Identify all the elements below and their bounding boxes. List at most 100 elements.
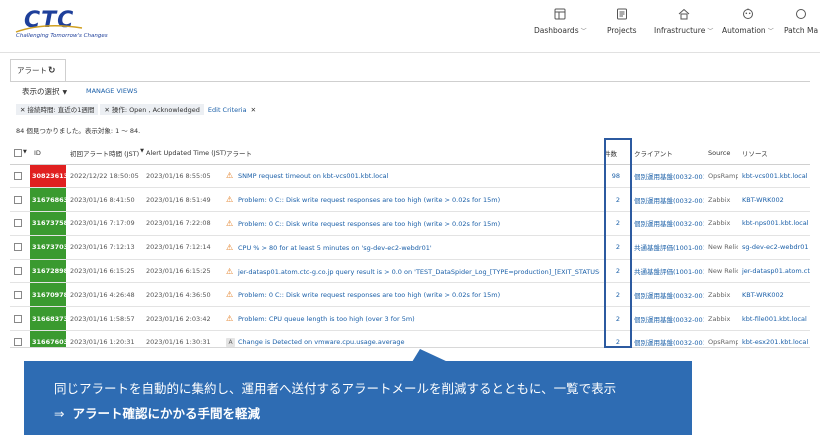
- alert-id[interactable]: 31667603: [30, 330, 66, 347]
- nav-infrastructure[interactable]: Infrastructure ﹀: [654, 8, 713, 48]
- resource-link[interactable]: kbt-vcs001.kbt.local: [738, 164, 810, 189]
- remove-filter-icon[interactable]: ✕: [20, 106, 25, 114]
- refresh-icon[interactable]: ↻: [48, 60, 56, 82]
- alert-id[interactable]: 31673758: [30, 211, 66, 236]
- chevron-down-icon: ﹀: [767, 28, 774, 35]
- alert-cell[interactable]: ⚠ SNMP request timeout on kbt-vcs001.kbt.…: [222, 164, 600, 189]
- row-checkbox[interactable]: [10, 259, 30, 284]
- client-link[interactable]: 個別運用基盤(0032-001): [630, 211, 704, 236]
- first-alert-time: 2022/12/22 18:50:05: [66, 164, 142, 189]
- filter-chip-period[interactable]: ✕ 接続時間: 直近の1週間: [16, 104, 99, 115]
- alert-id[interactable]: 31668373: [30, 306, 66, 332]
- client-link[interactable]: 共通基盤評価(1001-001): [630, 259, 704, 284]
- alert-cell[interactable]: ⚠ Problem: 0 C:: Disk write request respo…: [222, 187, 600, 213]
- alert-message[interactable]: Change is Detected on vmware.cpu.usage.a…: [238, 338, 405, 346]
- ctc-logo[interactable]: CTC Challenging Tomorrow's Changes: [14, 8, 108, 44]
- column-header-client[interactable]: クライアント: [630, 142, 704, 165]
- nav-dashboards-label: Dashboards: [534, 26, 579, 35]
- top-header: CTC Challenging Tomorrow's Changes Dashb…: [0, 0, 820, 52]
- client-link[interactable]: 共通基盤評価(1001-001): [630, 235, 704, 260]
- result-count: 84 個見つかりました。表示対象: 1 ～ 84.: [16, 127, 141, 135]
- client-link[interactable]: 個別運用基盤(0032-001): [630, 164, 704, 189]
- column-header-updated-time[interactable]: Alert Updated Time (JST): [142, 142, 226, 165]
- manage-views-link[interactable]: MANAGE VIEWS: [86, 87, 137, 95]
- table-row[interactable]: 31672898 2023/01/16 6:15:25 2023/01/16 6:1…: [10, 259, 810, 284]
- tab-underline: [10, 81, 810, 82]
- resource-link[interactable]: kbt-file001.kbt.local: [738, 306, 810, 332]
- clear-filters-icon[interactable]: ✕: [251, 106, 256, 114]
- alert-cell[interactable]: ⚠ CPU % > 80 for at least 5 minutes on 's…: [222, 235, 600, 260]
- caret-down-icon: ▼: [62, 89, 68, 96]
- resource-link[interactable]: jer-datasp01.atom.ctc-g...: [738, 259, 810, 284]
- first-alert-time: 2023/01/16 7:17:09: [66, 211, 142, 236]
- updated-time: 2023/01/16 1:30:31: [142, 330, 222, 347]
- source: Zabbix: [704, 187, 738, 213]
- alert-id[interactable]: 31670978: [30, 282, 66, 308]
- column-header-first-alert-time[interactable]: 初回アラート時間 (JST)▼: [66, 142, 144, 165]
- source: OpsRamp: [704, 164, 738, 189]
- alert-id[interactable]: 31676863: [30, 187, 66, 213]
- client-link[interactable]: 個別運用基盤(0032-001): [630, 330, 704, 347]
- first-alert-time: 2023/01/16 1:58:57: [66, 306, 142, 332]
- first-alert-time: 2023/01/16 4:26:48: [66, 282, 142, 308]
- table-row[interactable]: 31673703 2023/01/16 7:12:13 2023/01/16 7:1…: [10, 235, 810, 260]
- client-link[interactable]: 個別運用基盤(0032-001): [630, 187, 704, 213]
- source: Zabbix: [704, 282, 738, 308]
- table-row[interactable]: 31676863 2023/01/16 8:41:50 2023/01/16 8:5…: [10, 187, 810, 213]
- resource-link[interactable]: kbt-nps001.kbt.local: [738, 211, 810, 236]
- column-header-id[interactable]: ID: [30, 142, 66, 165]
- source: OpsRamp: [704, 330, 738, 347]
- table-row[interactable]: 30823613 2022/12/22 18:50:05 2023/01/16 8:…: [10, 164, 810, 189]
- column-header-source[interactable]: Source: [704, 142, 738, 165]
- alert-message[interactable]: SNMP request timeout on kbt-vcs001.kbt.l…: [238, 172, 388, 180]
- alert-id[interactable]: 31672898: [30, 259, 66, 284]
- alert-message[interactable]: jer-datasp01.atom.ctc-g.co.jp query resu…: [238, 268, 600, 276]
- row-checkbox[interactable]: [10, 330, 30, 347]
- arrow-icon: ⇒: [54, 406, 65, 421]
- alert-id[interactable]: 31673703: [30, 235, 66, 260]
- updated-time: 2023/01/16 8:51:49: [142, 187, 222, 213]
- table-row[interactable]: 31670978 2023/01/16 4:26:48 2023/01/16 4:3…: [10, 282, 810, 308]
- row-checkbox[interactable]: [10, 164, 30, 189]
- column-header-resource[interactable]: リソース: [738, 142, 810, 165]
- alert-cell[interactable]: ⚠ Problem: CPU queue length is too high (…: [222, 306, 600, 332]
- client-link[interactable]: 個別運用基盤(0032-001): [630, 306, 704, 332]
- first-alert-time: 2023/01/16 6:15:25: [66, 259, 142, 284]
- column-header-alert[interactable]: アラート: [222, 142, 600, 165]
- remove-filter-icon[interactable]: ✕: [104, 106, 109, 114]
- resource-link[interactable]: kbt-esx201.kbt.local: [738, 330, 810, 347]
- tab-alerts[interactable]: アラート ↻: [10, 59, 66, 81]
- row-checkbox[interactable]: [10, 235, 30, 260]
- alert-cell[interactable]: A Change is Detected on vmware.cpu.usage.…: [222, 330, 600, 347]
- alert-message[interactable]: CPU % > 80 for at least 5 minutes on 'sg…: [238, 244, 432, 252]
- alert-message[interactable]: Problem: 0 C:: Disk write request respon…: [238, 291, 500, 299]
- view-select-dropdown[interactable]: 表示の選択 ▼: [22, 86, 67, 97]
- warning-icon: ⚠: [226, 218, 234, 228]
- nav-dashboards[interactable]: Dashboards ﹀: [534, 8, 587, 48]
- row-checkbox[interactable]: [10, 282, 30, 308]
- resource-link[interactable]: sg-dev-ec2-webdr01: [738, 235, 810, 260]
- row-checkbox[interactable]: [10, 187, 30, 213]
- table-row[interactable]: 31668373 2023/01/16 1:58:57 2023/01/16 2:0…: [10, 306, 810, 332]
- resource-link[interactable]: KBT-WRK002: [738, 282, 810, 308]
- alert-message[interactable]: Problem: CPU queue length is too high (o…: [238, 315, 415, 323]
- select-all-checkbox[interactable]: ▼: [10, 142, 30, 165]
- edit-criteria-link[interactable]: Edit Criteria: [208, 106, 247, 114]
- resource-link[interactable]: KBT-WRK002: [738, 187, 810, 213]
- filter-chip-status[interactable]: ✕ 操作: Open , Acknowledged: [100, 104, 204, 115]
- alert-cell[interactable]: ⚠ Problem: 0 C:: Disk write request respo…: [222, 282, 600, 308]
- alert-message[interactable]: Problem: 0 C:: Disk write request respon…: [238, 220, 500, 228]
- table-row[interactable]: 31667603 2023/01/16 1:20:31 2023/01/16 1:3…: [10, 330, 810, 347]
- client-link[interactable]: 個別運用基盤(0032-001): [630, 282, 704, 308]
- row-checkbox[interactable]: [10, 211, 30, 236]
- alert-cell[interactable]: ⚠ jer-datasp01.atom.ctc-g.co.jp query res…: [222, 259, 600, 284]
- row-checkbox[interactable]: [10, 306, 30, 332]
- alert-id[interactable]: 30823613: [30, 164, 66, 189]
- table-row[interactable]: 31673758 2023/01/16 7:17:09 2023/01/16 7:2…: [10, 211, 810, 236]
- nav-automation[interactable]: Automation ﹀: [722, 8, 774, 48]
- count-column-highlight: [604, 138, 632, 348]
- alert-cell[interactable]: ⚠ Problem: 0 C:: Disk write request respo…: [222, 211, 600, 236]
- alert-message[interactable]: Problem: 0 C:: Disk write request respon…: [238, 196, 500, 204]
- nav-projects[interactable]: Projects: [607, 8, 637, 48]
- nav-patch-management[interactable]: Patch Ma: [784, 8, 818, 48]
